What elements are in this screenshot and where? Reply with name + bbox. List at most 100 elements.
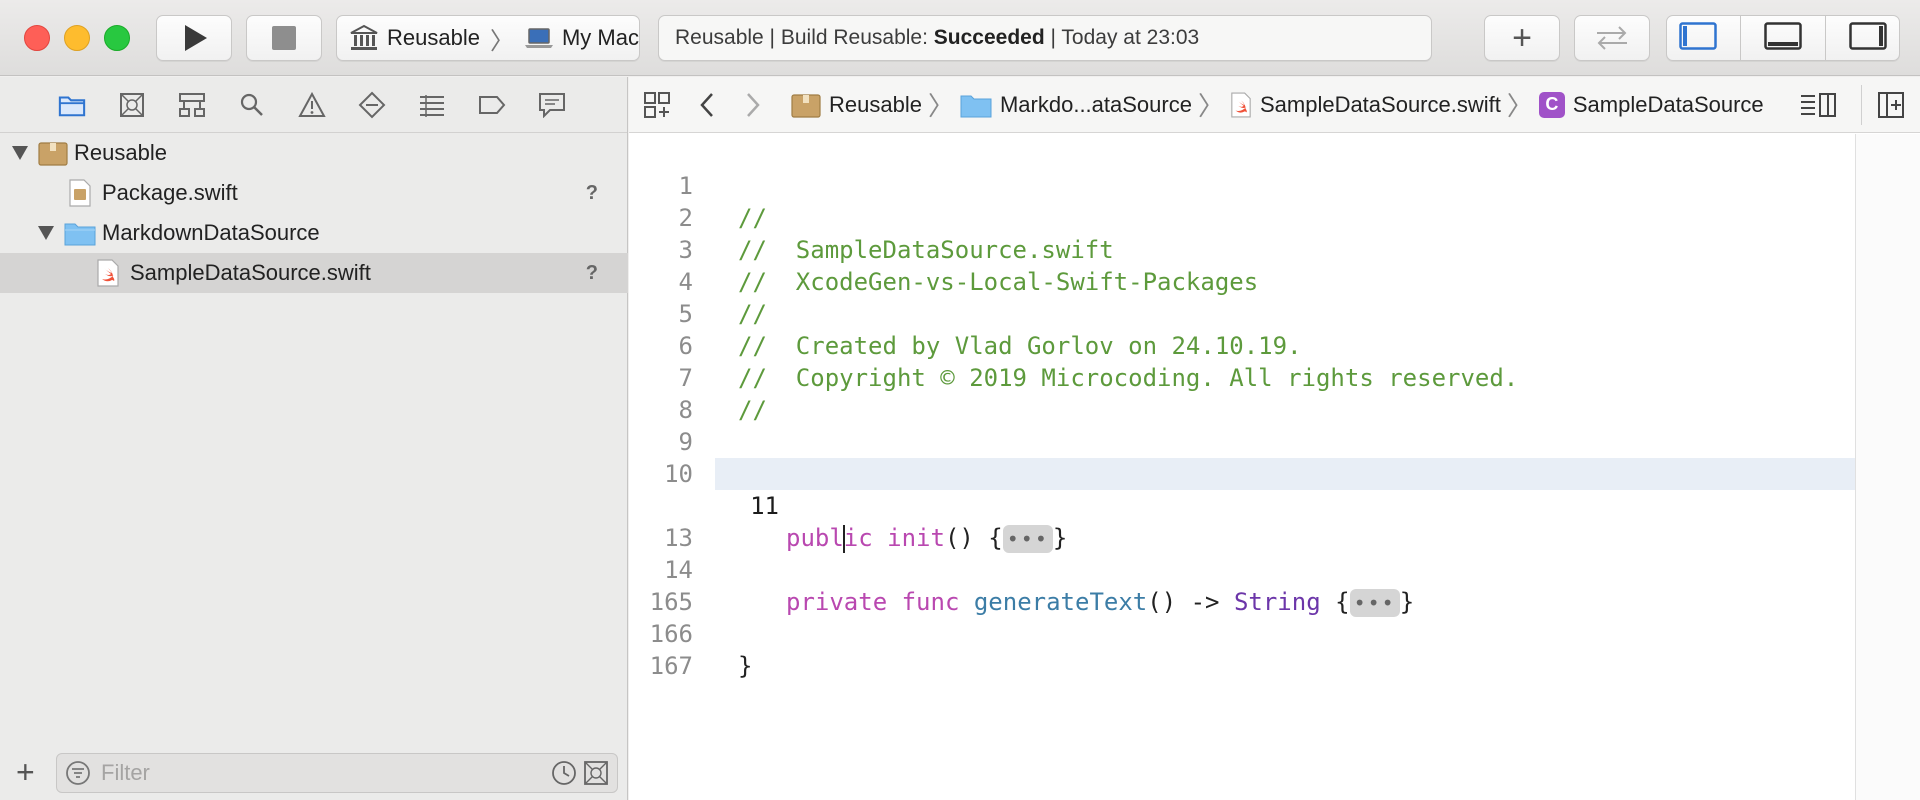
code-line: 165 — [629, 554, 1855, 616]
folder-icon — [64, 223, 96, 246]
code-line: 8 — [629, 362, 1855, 424]
breadcrumb-file[interactable]: SampleDataSource.swift — [1230, 91, 1501, 119]
library-button[interactable]: + — [1484, 15, 1560, 61]
folder-navigator-icon[interactable] — [58, 91, 86, 119]
code-line: 4 // — [629, 234, 1855, 328]
breadcrumb-package[interactable]: Reusable — [791, 92, 922, 118]
code-area[interactable]: 1 // 2 // SampleDataSource.swift 3 // Xc… — [629, 134, 1855, 800]
tree-item-label: Reusable — [74, 140, 167, 165]
class-symbol-icon: C — [1538, 91, 1565, 118]
package-icon — [791, 93, 821, 118]
tree-item-markdowndatasource-folder[interactable]: MarkdownDataSource — [0, 213, 628, 253]
navigator-footer: + — [0, 744, 628, 800]
disclosure-triangle-icon[interactable] — [38, 226, 54, 240]
filter-input[interactable] — [101, 760, 521, 786]
untracked-status-badge: ? — [585, 181, 598, 204]
swift-file-icon — [97, 259, 119, 287]
back-arrow-icon[interactable] — [699, 92, 715, 118]
tree-item-label: Package.swift — [102, 180, 238, 205]
issue-navigator-icon[interactable] — [298, 91, 326, 119]
chevron-right-icon: 〉 — [1197, 91, 1224, 121]
breadcrumb-label: SampleDataSource.swift — [1259, 91, 1501, 117]
pane-toggles — [1666, 15, 1900, 61]
left-panel-icon — [1678, 21, 1717, 50]
code-line: 7 // — [629, 330, 1855, 424]
toggle-debug-area-button[interactable] — [1764, 21, 1802, 55]
stop-button[interactable] — [246, 15, 322, 61]
close-window-button[interactable] — [24, 25, 50, 51]
play-icon — [185, 25, 207, 51]
toggle-navigator-button[interactable] — [1678, 21, 1717, 55]
recent-files-clock-icon[interactable] — [551, 760, 577, 786]
activity-status: Succeeded — [933, 26, 1045, 49]
test-navigator-icon[interactable] — [358, 91, 386, 119]
code-line: 10 — [629, 426, 1855, 488]
code-line: 3 // XcodeGen-vs-Local-Swift-Packages — [629, 202, 1855, 296]
breadcrumb-label: Reusable — [829, 91, 922, 117]
plus-icon: + — [1512, 18, 1532, 57]
minimize-window-button[interactable] — [64, 25, 90, 51]
disclosure-triangle-icon[interactable] — [12, 146, 28, 160]
code-line: 5 // Created by Vlad Gorlov on 24.10.19. — [629, 266, 1855, 360]
source-editor: Reusable 〉 Markdo...ataSource 〉 SampleDa… — [629, 77, 1920, 800]
bottom-panel-icon — [1764, 21, 1802, 50]
chevron-right-icon: 〉 — [1506, 91, 1533, 121]
activity-suffix: | Today at 23:03 — [1044, 26, 1200, 49]
breadcrumb-label: Markdo...ataSource — [999, 91, 1192, 117]
navigator-selector-bar — [0, 77, 627, 133]
scheme-destination-label: My Mac — [561, 25, 639, 50]
add-file-button[interactable]: + — [16, 754, 35, 791]
scheme-selector[interactable]: Reusable 〉 My Mac — [336, 15, 640, 61]
breadcrumb-folder[interactable]: Markdo...ataSource — [960, 92, 1192, 118]
swift-file-icon — [1231, 92, 1251, 117]
jump-bar: Reusable 〉 Markdo...ataSource 〉 SampleDa… — [629, 77, 1920, 133]
filter-field — [56, 753, 618, 793]
line-number: 10 — [664, 460, 693, 488]
code-review-button[interactable] — [1574, 15, 1650, 61]
line-number: 167 — [649, 652, 693, 680]
code-line: 9 public class SampleDataSource { — [629, 394, 1855, 488]
swap-arrows-icon — [1597, 26, 1627, 50]
breadcrumb-label: SampleDataSource — [1572, 91, 1764, 117]
source-control-navigator-icon[interactable] — [118, 91, 146, 119]
chevron-right-icon: 〉 — [927, 91, 954, 121]
tree-item-label: SampleDataSource.swift — [130, 260, 371, 285]
activity-viewer[interactable]: Reusable | Build Reusable: Succeeded | T… — [658, 15, 1432, 61]
tree-item-reusable-package[interactable]: Reusable — [0, 133, 628, 173]
filter-icon — [66, 761, 90, 785]
breakpoint-navigator-icon[interactable] — [478, 91, 506, 119]
bank-icon — [350, 24, 378, 50]
scheme-target-label: Reusable — [387, 25, 480, 50]
debug-navigator-icon[interactable] — [418, 91, 446, 119]
code-line: 167 — [629, 618, 1855, 680]
folder-icon — [960, 95, 992, 117]
symbol-navigator-icon[interactable] — [178, 91, 206, 119]
code-line: 14 private func generateText() -> String… — [629, 522, 1855, 617]
split-editor-icon[interactable] — [1877, 91, 1905, 119]
related-items-icon[interactable] — [643, 91, 671, 119]
package-manifest-icon — [69, 179, 91, 207]
code-line: 1 // — [629, 138, 1855, 232]
editor-options-icon[interactable] — [1799, 92, 1837, 118]
find-navigator-icon[interactable] — [238, 91, 266, 119]
forward-arrow-icon[interactable] — [745, 92, 761, 118]
code-line: 6 // Copyright © 2019 Microcoding. All r… — [629, 298, 1855, 392]
breadcrumb-symbol[interactable]: C SampleDataSource — [1538, 91, 1764, 118]
untracked-status-badge: ? — [585, 261, 598, 284]
tree-item-sampledatasource-swift[interactable]: SampleDataSource.swift ? — [0, 253, 628, 293]
minimap[interactable] — [1856, 134, 1920, 800]
run-button[interactable] — [156, 15, 232, 61]
toggle-inspector-button[interactable] — [1849, 21, 1888, 55]
code-line: 13 — [629, 490, 1855, 552]
report-navigator-icon[interactable] — [538, 91, 566, 119]
stop-icon — [272, 26, 296, 50]
code-line: 2 // SampleDataSource.swift — [629, 170, 1855, 264]
code-text: } — [738, 652, 753, 680]
laptop-icon — [524, 28, 553, 48]
package-icon — [38, 142, 68, 166]
source-control-filter-icon[interactable] — [583, 760, 609, 786]
zoom-window-button[interactable] — [104, 25, 130, 51]
tree-item-package-swift[interactable]: Package.swift ? — [0, 173, 628, 213]
toolbar: Reusable 〉 My Mac Reusable | Build Reusa… — [0, 0, 1920, 76]
file-tree: Reusable Package.swift ? MarkdownDataSou… — [0, 133, 628, 293]
